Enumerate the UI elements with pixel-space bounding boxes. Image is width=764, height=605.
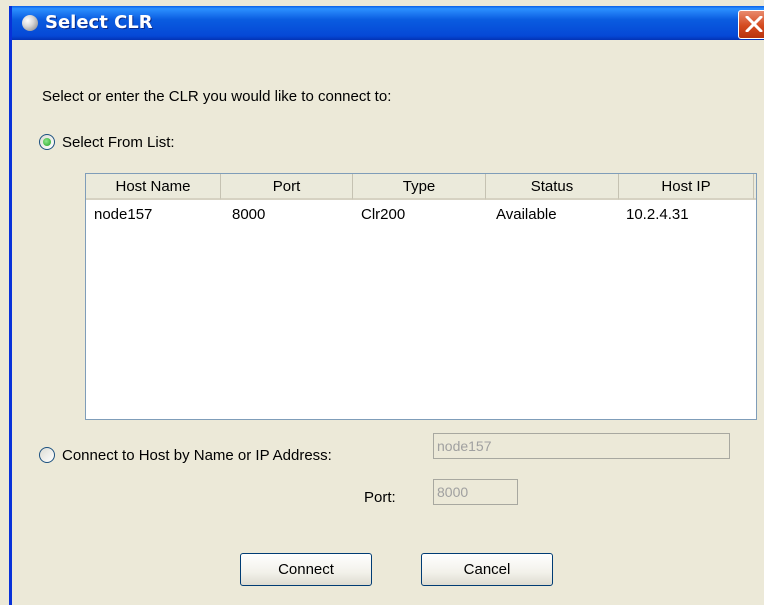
- port-label: Port:: [364, 489, 396, 506]
- cell-status: Available: [496, 206, 557, 223]
- window-title: Select CLR: [45, 12, 153, 33]
- cell-type: Clr200: [361, 206, 406, 223]
- select-from-list-label[interactable]: Select From List:: [62, 134, 175, 151]
- close-icon: [745, 16, 763, 32]
- cell-host-ip: 10.2.4.31: [626, 206, 689, 223]
- connect-by-host-label[interactable]: Connect to Host by Name or IP Address:: [62, 447, 332, 464]
- app-icon: [22, 15, 38, 31]
- cancel-button[interactable]: Cancel: [421, 553, 553, 586]
- select-clr-dialog: Select CLR Select or enter the CLR you w…: [9, 6, 764, 605]
- column-header-host-name[interactable]: Host Name: [86, 174, 221, 200]
- clr-list-table[interactable]: Host Name Port Type Status Host IP node1…: [85, 173, 757, 420]
- column-header-host-ip[interactable]: Host IP: [619, 174, 754, 200]
- cell-port: 8000: [232, 206, 266, 223]
- title-bar[interactable]: Select CLR: [12, 6, 764, 40]
- close-button[interactable]: [738, 10, 764, 39]
- column-header-type[interactable]: Type: [353, 174, 486, 200]
- connect-by-host-radio[interactable]: [39, 447, 55, 463]
- cell-host-name: node157: [94, 206, 153, 223]
- column-header-status[interactable]: Status: [486, 174, 619, 200]
- connect-button[interactable]: Connect: [240, 553, 372, 586]
- instruction-text: Select or enter the CLR you would like t…: [42, 88, 392, 105]
- select-from-list-radio[interactable]: [39, 134, 55, 150]
- host-name-input[interactable]: node157: [433, 433, 730, 459]
- port-input[interactable]: 8000: [433, 479, 518, 505]
- column-header-filler: [754, 174, 756, 200]
- column-header-port[interactable]: Port: [221, 174, 353, 200]
